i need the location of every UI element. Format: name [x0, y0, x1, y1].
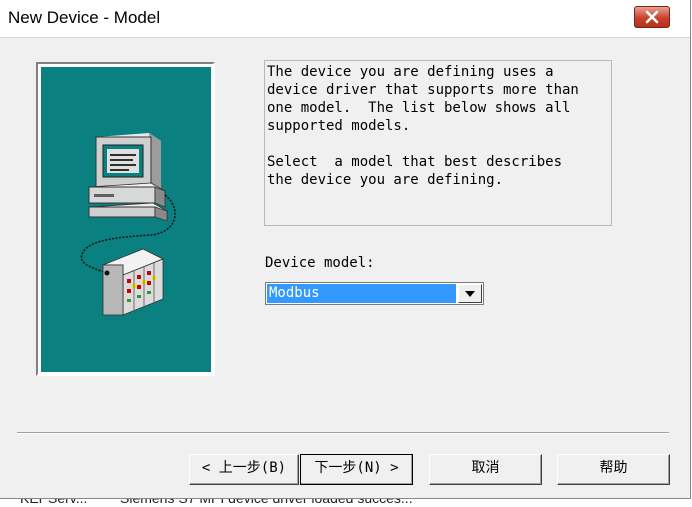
device-model-selected-value: Modbus: [267, 284, 456, 303]
close-button[interactable]: [634, 6, 670, 28]
cancel-button[interactable]: 取消: [429, 454, 542, 485]
dropdown-arrow-icon: [465, 290, 475, 297]
description-paragraph-2: Select a model that best describes the d…: [267, 154, 563, 188]
window-title: New Device - Model: [8, 8, 161, 27]
back-button[interactable]: < 上一步(B): [189, 454, 299, 485]
wizard-illustration: [36, 62, 215, 376]
description-paragraph-1: The device you are defining uses a devic…: [267, 64, 579, 134]
title-bar: New Device - Model: [0, 0, 690, 38]
description-box: The device you are defining uses a devic…: [264, 60, 612, 226]
help-button[interactable]: 帮助: [557, 454, 670, 485]
computer-device-illustration: [80, 133, 176, 316]
device-model-label: Device model:: [265, 255, 375, 271]
close-x-icon: [645, 10, 659, 24]
computer-icon: [87, 133, 169, 222]
plc-device-icon: [102, 248, 164, 316]
new-device-model-dialog: New Device - Model The device you are de…: [0, 0, 691, 499]
device-model-dropdown[interactable]: Modbus: [265, 282, 484, 305]
dropdown-arrow-button[interactable]: [458, 284, 482, 303]
next-button[interactable]: 下一步(N) >: [300, 454, 413, 485]
